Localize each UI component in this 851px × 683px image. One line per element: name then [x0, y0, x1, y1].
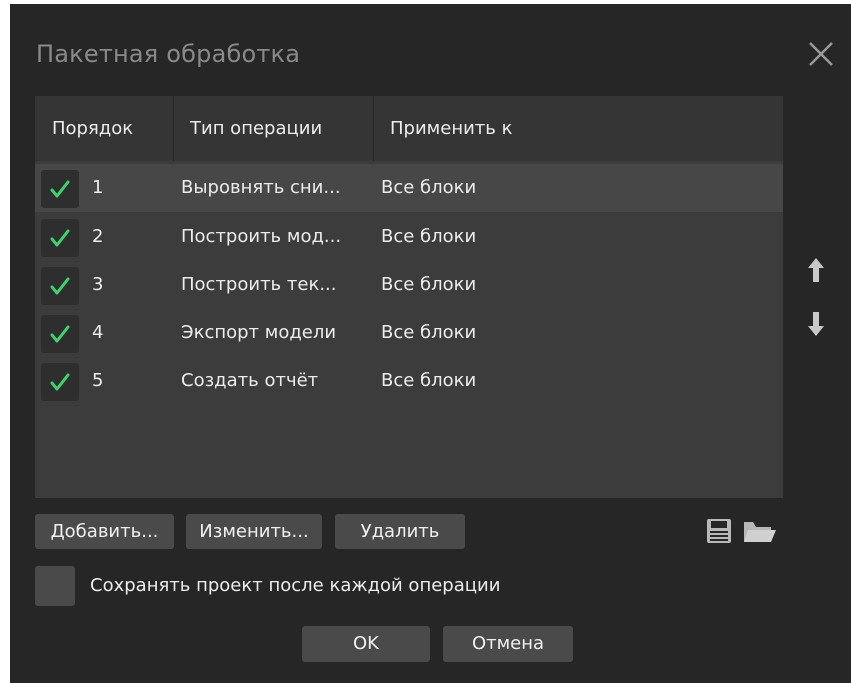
- checkmark-icon: [50, 229, 70, 247]
- checkmark-icon: [50, 180, 70, 198]
- save-icon: [707, 519, 731, 543]
- save-after-each-label: Сохранять проект после каждой операции: [90, 575, 501, 596]
- move-up-button[interactable]: [806, 256, 826, 284]
- row-order: 4: [92, 322, 104, 343]
- table-row[interactable]: 5 Создать отчёт Все блоки: [35, 357, 783, 405]
- row-order: 1: [92, 177, 104, 198]
- row-checkbox[interactable]: [41, 315, 79, 353]
- column-header-operation-type[interactable]: Тип операции: [174, 96, 374, 161]
- checkmark-icon: [50, 277, 70, 295]
- row-apply-to: Все блоки: [381, 370, 477, 391]
- delete-button[interactable]: Удалить: [335, 514, 465, 549]
- row-operation: Создать отчёт: [181, 370, 319, 391]
- row-apply-to: Все блоки: [381, 226, 477, 247]
- row-checkbox[interactable]: [41, 363, 79, 401]
- close-icon: [809, 42, 833, 66]
- close-button[interactable]: [807, 40, 835, 68]
- row-order: 5: [92, 370, 104, 391]
- open-button[interactable]: [743, 518, 777, 548]
- folder-open-icon: [744, 522, 776, 542]
- add-button[interactable]: Добавить...: [35, 514, 174, 549]
- edit-button[interactable]: Изменить...: [186, 514, 322, 549]
- ok-button[interactable]: OK: [302, 626, 430, 662]
- table-header: Порядок Тип операции Применить к: [35, 96, 783, 161]
- column-header-order[interactable]: Порядок: [35, 96, 174, 161]
- row-checkbox[interactable]: [41, 219, 79, 257]
- save-after-each-checkbox[interactable]: [35, 566, 75, 606]
- row-operation: Выровнять сни...: [181, 177, 341, 198]
- row-order: 2: [92, 226, 104, 247]
- row-operation: Построить мод...: [181, 226, 342, 247]
- move-down-button[interactable]: [806, 310, 826, 338]
- table-row[interactable]: 3 Построить тек... Все блоки: [35, 261, 783, 309]
- table-row[interactable]: 2 Построить мод... Все блоки: [35, 213, 783, 261]
- batch-process-dialog: Пакетная обработка Порядок Тип операции …: [10, 4, 851, 683]
- save-button[interactable]: [706, 518, 732, 548]
- row-order: 3: [92, 274, 104, 295]
- arrow-down-icon: [808, 312, 824, 336]
- row-apply-to: Все блоки: [381, 274, 477, 295]
- column-header-apply-to[interactable]: Применить к: [374, 96, 783, 161]
- row-apply-to: Все блоки: [381, 322, 477, 343]
- row-operation: Экспорт модели: [181, 322, 337, 343]
- row-checkbox[interactable]: [41, 267, 79, 305]
- checkmark-icon: [50, 373, 70, 391]
- cancel-button[interactable]: Отмена: [443, 626, 573, 662]
- dialog-title: Пакетная обработка: [36, 40, 301, 68]
- operations-table: Порядок Тип операции Применить к 1 Выров…: [35, 96, 783, 498]
- row-operation: Построить тек...: [181, 274, 337, 295]
- row-checkbox[interactable]: [41, 170, 79, 208]
- table-row[interactable]: 4 Экспорт модели Все блоки: [35, 309, 783, 357]
- row-apply-to: Все блоки: [381, 177, 477, 198]
- arrow-up-icon: [808, 258, 824, 282]
- checkmark-icon: [50, 325, 70, 343]
- table-row[interactable]: 1 Выровнять сни... Все блоки: [35, 164, 783, 212]
